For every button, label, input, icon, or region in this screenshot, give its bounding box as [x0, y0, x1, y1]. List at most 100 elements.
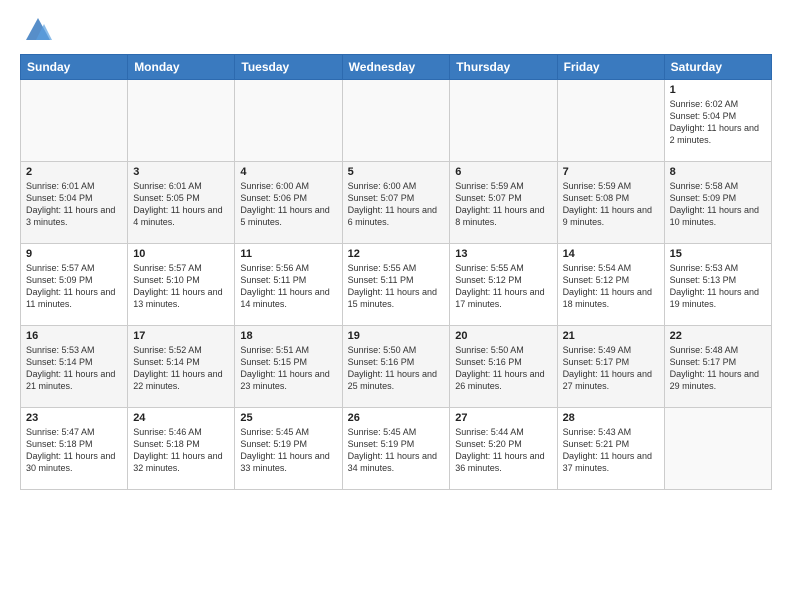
day-number: 23 — [26, 412, 122, 424]
weekday-saturday: Saturday — [664, 55, 771, 80]
day-info: Sunrise: 5:56 AM Sunset: 5:11 PM Dayligh… — [240, 262, 336, 311]
day-number: 8 — [670, 166, 766, 178]
day-info: Sunrise: 5:50 AM Sunset: 5:16 PM Dayligh… — [348, 344, 445, 393]
day-number: 10 — [133, 248, 229, 260]
day-cell: 1 Sunrise: 6:02 AM Sunset: 5:04 PM Daylig… — [664, 80, 771, 162]
day-info: Sunrise: 5:44 AM Sunset: 5:20 PM Dayligh… — [455, 426, 551, 475]
day-number: 21 — [563, 330, 659, 342]
weekday-wednesday: Wednesday — [342, 55, 450, 80]
day-number: 5 — [348, 166, 445, 178]
day-number: 24 — [133, 412, 229, 424]
day-cell: 7 Sunrise: 5:59 AM Sunset: 5:08 PM Daylig… — [557, 162, 664, 244]
day-cell: 19 Sunrise: 5:50 AM Sunset: 5:16 PM Dayli… — [342, 326, 450, 408]
day-cell: 11 Sunrise: 5:56 AM Sunset: 5:11 PM Dayli… — [235, 244, 342, 326]
weekday-thursday: Thursday — [450, 55, 557, 80]
day-cell — [21, 80, 128, 162]
week-row-0: 1 Sunrise: 6:02 AM Sunset: 5:04 PM Daylig… — [21, 80, 772, 162]
day-cell: 28 Sunrise: 5:43 AM Sunset: 5:21 PM Dayli… — [557, 408, 664, 490]
day-info: Sunrise: 5:54 AM Sunset: 5:12 PM Dayligh… — [563, 262, 659, 311]
day-info: Sunrise: 5:50 AM Sunset: 5:16 PM Dayligh… — [455, 344, 551, 393]
weekday-tuesday: Tuesday — [235, 55, 342, 80]
weekday-friday: Friday — [557, 55, 664, 80]
day-number: 12 — [348, 248, 445, 260]
week-row-3: 16 Sunrise: 5:53 AM Sunset: 5:14 PM Dayli… — [21, 326, 772, 408]
day-info: Sunrise: 6:02 AM Sunset: 5:04 PM Dayligh… — [670, 98, 766, 147]
day-number: 16 — [26, 330, 122, 342]
day-number: 7 — [563, 166, 659, 178]
day-info: Sunrise: 5:45 AM Sunset: 5:19 PM Dayligh… — [348, 426, 445, 475]
day-number: 1 — [670, 84, 766, 96]
day-info: Sunrise: 5:47 AM Sunset: 5:18 PM Dayligh… — [26, 426, 122, 475]
day-cell — [664, 408, 771, 490]
page: SundayMondayTuesdayWednesdayThursdayFrid… — [0, 0, 792, 500]
day-number: 2 — [26, 166, 122, 178]
day-info: Sunrise: 6:01 AM Sunset: 5:05 PM Dayligh… — [133, 180, 229, 229]
day-number: 9 — [26, 248, 122, 260]
day-number: 3 — [133, 166, 229, 178]
day-cell: 6Sunrise: 5:59 AM Sunset: 5:07 PM Daylig… — [450, 162, 557, 244]
calendar: SundayMondayTuesdayWednesdayThursdayFrid… — [20, 54, 772, 490]
day-cell: 27 Sunrise: 5:44 AM Sunset: 5:20 PM Dayli… — [450, 408, 557, 490]
day-info: Sunrise: 5:55 AM Sunset: 5:12 PM Dayligh… — [455, 262, 551, 311]
week-row-1: 2 Sunrise: 6:01 AM Sunset: 5:04 PM Daylig… — [21, 162, 772, 244]
day-cell — [450, 80, 557, 162]
weekday-sunday: Sunday — [21, 55, 128, 80]
day-cell — [557, 80, 664, 162]
day-cell: 21 Sunrise: 5:49 AM Sunset: 5:17 PM Dayli… — [557, 326, 664, 408]
day-cell: 23 Sunrise: 5:47 AM Sunset: 5:18 PM Dayli… — [21, 408, 128, 490]
day-number: 13 — [455, 248, 551, 260]
day-number: 19 — [348, 330, 445, 342]
header — [20, 16, 772, 44]
logo-icon — [24, 16, 52, 44]
day-info: Sunrise: 5:53 AM Sunset: 5:14 PM Dayligh… — [26, 344, 122, 393]
day-info: Sunrise: 5:49 AM Sunset: 5:17 PM Dayligh… — [563, 344, 659, 393]
day-cell — [235, 80, 342, 162]
day-cell: 3 Sunrise: 6:01 AM Sunset: 5:05 PM Daylig… — [128, 162, 235, 244]
day-info: Sunrise: 6:00 AM Sunset: 5:06 PM Dayligh… — [240, 180, 336, 229]
day-info: Sunrise: 5:43 AM Sunset: 5:21 PM Dayligh… — [563, 426, 659, 475]
day-info: Sunrise: 5:57 AM Sunset: 5:10 PM Dayligh… — [133, 262, 229, 311]
day-cell: 10 Sunrise: 5:57 AM Sunset: 5:10 PM Dayli… — [128, 244, 235, 326]
day-cell: 13 Sunrise: 5:55 AM Sunset: 5:12 PM Dayli… — [450, 244, 557, 326]
day-cell: 8 Sunrise: 5:58 AM Sunset: 5:09 PM Daylig… — [664, 162, 771, 244]
day-cell: 20 Sunrise: 5:50 AM Sunset: 5:16 PM Dayli… — [450, 326, 557, 408]
weekday-header-row: SundayMondayTuesdayWednesdayThursdayFrid… — [21, 55, 772, 80]
day-cell: 25Sunrise: 5:45 AM Sunset: 5:19 PM Dayli… — [235, 408, 342, 490]
day-cell: 5Sunrise: 6:00 AM Sunset: 5:07 PM Daylig… — [342, 162, 450, 244]
day-number: 14 — [563, 248, 659, 260]
day-info: Sunrise: 5:58 AM Sunset: 5:09 PM Dayligh… — [670, 180, 766, 229]
day-info: Sunrise: 5:48 AM Sunset: 5:17 PM Dayligh… — [670, 344, 766, 393]
day-number: 28 — [563, 412, 659, 424]
day-cell: 2 Sunrise: 6:01 AM Sunset: 5:04 PM Daylig… — [21, 162, 128, 244]
week-row-4: 23 Sunrise: 5:47 AM Sunset: 5:18 PM Dayli… — [21, 408, 772, 490]
day-info: Sunrise: 5:52 AM Sunset: 5:14 PM Dayligh… — [133, 344, 229, 393]
logo — [20, 16, 52, 44]
day-cell: 22 Sunrise: 5:48 AM Sunset: 5:17 PM Dayli… — [664, 326, 771, 408]
day-cell: 18Sunrise: 5:51 AM Sunset: 5:15 PM Dayli… — [235, 326, 342, 408]
day-cell: 14 Sunrise: 5:54 AM Sunset: 5:12 PM Dayli… — [557, 244, 664, 326]
day-info: Sunrise: 5:59 AM Sunset: 5:08 PM Dayligh… — [563, 180, 659, 229]
day-number: 27 — [455, 412, 551, 424]
day-number: 26 — [348, 412, 445, 424]
day-cell: 9Sunrise: 5:57 AM Sunset: 5:09 PM Daylig… — [21, 244, 128, 326]
day-cell: 16 Sunrise: 5:53 AM Sunset: 5:14 PM Dayli… — [21, 326, 128, 408]
day-cell: 17 Sunrise: 5:52 AM Sunset: 5:14 PM Dayli… — [128, 326, 235, 408]
day-number: 22 — [670, 330, 766, 342]
day-info: Sunrise: 5:46 AM Sunset: 5:18 PM Dayligh… — [133, 426, 229, 475]
day-number: 6 — [455, 166, 551, 178]
day-number: 20 — [455, 330, 551, 342]
weekday-monday: Monday — [128, 55, 235, 80]
day-info: Sunrise: 5:53 AM Sunset: 5:13 PM Dayligh… — [670, 262, 766, 311]
day-cell: 12Sunrise: 5:55 AM Sunset: 5:11 PM Dayli… — [342, 244, 450, 326]
day-cell: 15 Sunrise: 5:53 AM Sunset: 5:13 PM Dayli… — [664, 244, 771, 326]
day-number: 25 — [240, 412, 336, 424]
day-number: 11 — [240, 248, 336, 260]
week-row-2: 9Sunrise: 5:57 AM Sunset: 5:09 PM Daylig… — [21, 244, 772, 326]
day-number: 17 — [133, 330, 229, 342]
day-info: Sunrise: 6:01 AM Sunset: 5:04 PM Dayligh… — [26, 180, 122, 229]
day-cell: 4Sunrise: 6:00 AM Sunset: 5:06 PM Daylig… — [235, 162, 342, 244]
day-cell — [128, 80, 235, 162]
day-cell — [342, 80, 450, 162]
day-number: 15 — [670, 248, 766, 260]
day-number: 18 — [240, 330, 336, 342]
